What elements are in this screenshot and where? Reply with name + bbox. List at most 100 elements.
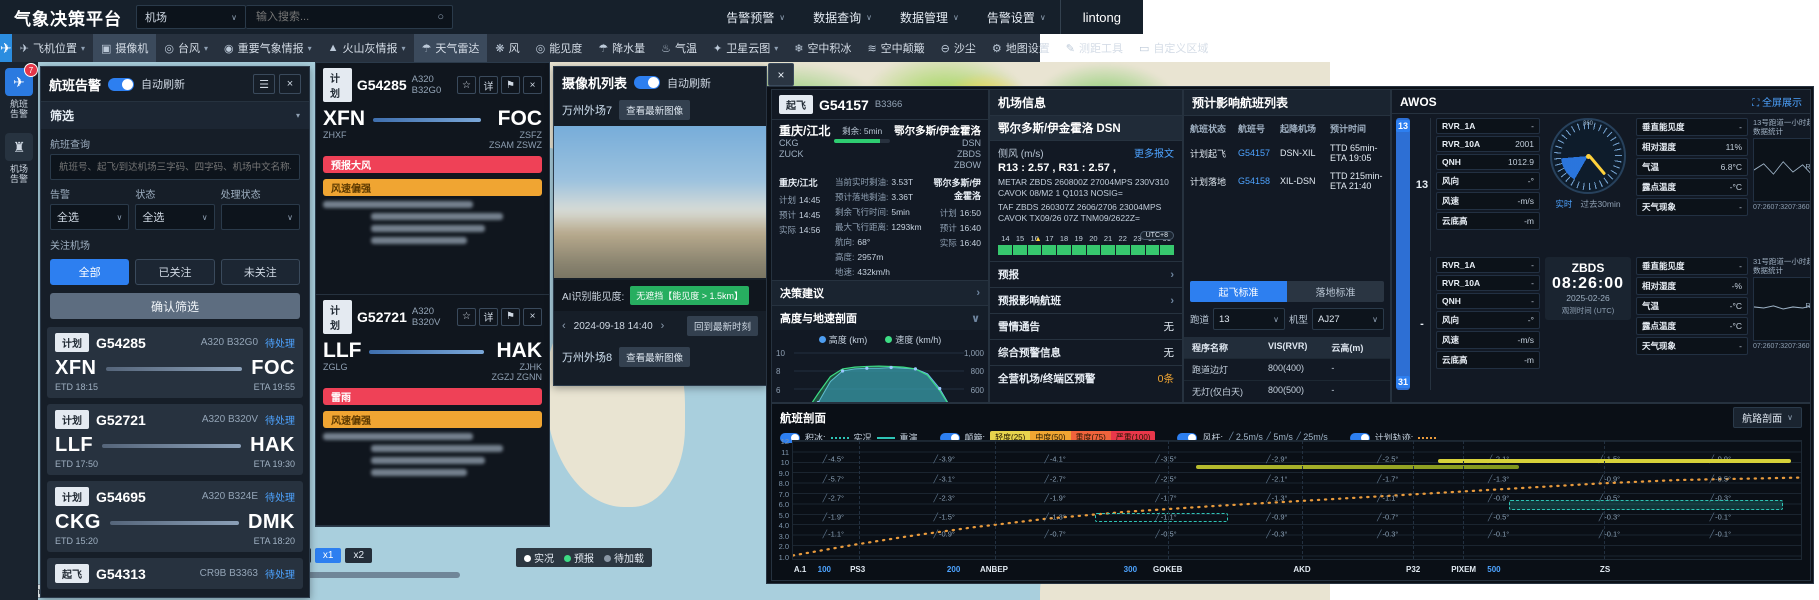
search-input[interactable]: [254, 10, 438, 24]
realtime-link[interactable]: 实时: [1555, 198, 1572, 210]
toolbar-item-sand[interactable]: ⊖ 沙尘: [933, 34, 984, 62]
search-category-select[interactable]: 机场 ∨: [136, 5, 246, 29]
next-icon[interactable]: ›: [661, 320, 665, 332]
toolbar-item-measure[interactable]: ✎ 测距工具: [1058, 34, 1131, 62]
wind-barb-icon: ╱: [1044, 529, 1049, 539]
profile-select-row[interactable]: 高度与地速剖面 ∨: [772, 305, 988, 330]
menu-icon[interactable]: ☰: [253, 74, 275, 94]
confirm-filter-button[interactable]: 确认筛选: [50, 293, 300, 319]
auto-refresh-toggle[interactable]: [108, 77, 135, 91]
flight-query-input[interactable]: [57, 160, 293, 174]
view-latest-button[interactable]: 查看最新图像: [619, 347, 691, 367]
toolbar-item-visibility[interactable]: ◎ 能见度: [528, 34, 591, 62]
view-latest-button[interactable]: 查看最新图像: [619, 100, 691, 120]
nav-menu-label: 数据查询: [813, 10, 862, 25]
filter-section-header[interactable]: 筛选 ▾: [41, 101, 309, 129]
toolbar-item-wind[interactable]: ❋ 风: [487, 34, 527, 62]
toolbar-item-custom-area[interactable]: ▭ 自定义区域: [1131, 34, 1216, 62]
close-icon[interactable]: ×: [768, 63, 794, 86]
toolbar-item-radar[interactable]: ☂ 天气雷达: [413, 34, 488, 62]
standard-tab-1[interactable]: 落地标准: [1287, 281, 1384, 302]
warning-banner-red[interactable]: 雷雨: [323, 387, 542, 405]
toolbar-item-camera[interactable]: ▣ 摄像机: [92, 34, 157, 62]
speed-x1[interactable]: x1: [314, 548, 342, 563]
flight-number[interactable]: G54157: [1238, 148, 1280, 158]
nav-menu[interactable]: 数据查询 ∨: [813, 9, 872, 26]
airport-info-row[interactable]: 全营机场/终端区预警 0条: [990, 365, 1182, 391]
star-icon[interactable]: ☆: [457, 307, 476, 326]
alert-filter-select[interactable]: 全选 ∨: [50, 204, 130, 230]
focus-tab-2[interactable]: 未关注: [220, 259, 300, 285]
back-to-latest-button[interactable]: 回到最新时刻: [686, 316, 758, 336]
toolbar-item-temperature[interactable]: ♨ 气温: [653, 34, 705, 62]
close-icon[interactable]: ×: [523, 76, 542, 94]
decision-advice-row[interactable]: 决策建议 ›: [772, 280, 988, 305]
search-icon[interactable]: ○: [437, 11, 444, 23]
standard-tab-0[interactable]: 起飞标准: [1190, 281, 1287, 302]
handle-filter-select[interactable]: ∨: [220, 204, 300, 230]
toolbar-item-typhoon[interactable]: ◎ 台风 ▾: [156, 34, 216, 62]
toolbar-item-volcano[interactable]: ▲ 火山灰情报 ▾: [320, 34, 414, 62]
nav-menu[interactable]: 告警预警 ∨: [726, 9, 785, 26]
camera-image[interactable]: [554, 126, 766, 278]
aircraft-type-select[interactable]: AJ27 ∨: [1312, 308, 1384, 330]
rail-airport-alerts[interactable]: ♜ 机场告警: [2, 133, 36, 184]
flight-alert-card[interactable]: 计划 G54285 A320 B32G0 待处理 XFN FOC ETD 18:15 ETA …: [47, 327, 303, 398]
flight-number[interactable]: G54158: [1238, 176, 1280, 186]
auto-refresh-toggle[interactable]: [634, 76, 661, 89]
status-filter-select[interactable]: 全选 ∨: [135, 204, 215, 230]
y-tick: 7.0: [778, 489, 789, 499]
airport-info-row[interactable]: 雪情通告 无: [990, 313, 1182, 339]
warning-banner-red[interactable]: 预报大风: [323, 156, 542, 173]
user-menu[interactable]: lintong: [1059, 0, 1143, 34]
airport-info-row[interactable]: 预报 ›: [990, 261, 1182, 287]
toolbar-item-turbulence[interactable]: ≋ 空中颠簸: [859, 34, 932, 62]
toolbar-item-map-settings[interactable]: ⚙ 地图设置: [984, 34, 1058, 62]
detail-button[interactable]: 详: [479, 76, 498, 94]
temp-label: ╱-2.7°: [822, 493, 845, 503]
impact-flight-row[interactable]: 计划落地 G54158 XIL-DSN TTD 215min-ETA 21:40: [1190, 167, 1384, 195]
flight-alert-card[interactable]: 计划 G54695 A320 B324E 待处理 CKG DMK ETD 15:20 ETA …: [47, 481, 303, 552]
field-value: -°C: [1729, 182, 1743, 192]
pin-icon[interactable]: ⚑: [501, 76, 520, 94]
fullscreen-button[interactable]: ⛶ 全屏展示: [1752, 94, 1802, 109]
plane-home-icon[interactable]: ✈: [0, 34, 12, 62]
nav-menu[interactable]: 告警设置 ∨: [987, 9, 1046, 26]
more-reports-link[interactable]: 更多报文: [1134, 145, 1174, 160]
close-icon[interactable]: ×: [523, 307, 542, 326]
flight-alert-card[interactable]: 起飞 G54313 CR9B B3363 待处理: [47, 558, 303, 589]
runway-31-chip[interactable]: 31: [1396, 376, 1411, 388]
rail-flight-alerts[interactable]: ✈ 7 航班告警: [2, 63, 38, 119]
trend-time: 07:47: [1805, 204, 1810, 211]
airport-info-row[interactable]: 综合预警信息 无: [990, 339, 1182, 365]
runway-select[interactable]: 13 ∨: [1213, 308, 1285, 330]
wind-barb-icon: ╱: [933, 474, 938, 484]
star-icon[interactable]: ☆: [457, 76, 476, 94]
pin-icon[interactable]: ⚑: [501, 307, 520, 326]
focus-tab-0[interactable]: 全部: [50, 259, 130, 285]
impact-flight-row[interactable]: 计划起飞 G54157 DSN-XIL TTD 65min-ETA 19:05: [1190, 139, 1384, 167]
warning-banner-orange[interactable]: 风速偏强: [323, 179, 542, 196]
route-profile-select[interactable]: 航路剖面 ∨: [1733, 407, 1802, 428]
runway-strip[interactable]: 13 31: [1396, 118, 1411, 390]
toolbar-item-rain[interactable]: ☂ 降水量: [590, 34, 653, 62]
runway-13-chip[interactable]: 13: [1396, 120, 1411, 132]
detail-button[interactable]: 详: [479, 307, 498, 326]
toolbar-item-plane[interactable]: ✈ 飞机位置 ▾: [12, 34, 93, 62]
airport-timeline[interactable]: UTC+8 ▲ 141516171819202122230001: [998, 231, 1174, 255]
toolbar-item-satellite[interactable]: ✦ 卫星云图 ▾: [705, 34, 786, 62]
focus-tab-1[interactable]: 已关注: [135, 259, 215, 285]
field-value: 6.8°C: [1720, 162, 1743, 172]
close-icon[interactable]: ×: [279, 74, 301, 94]
airport-info-row[interactable]: 预报影响航班 ›: [990, 287, 1182, 313]
past30-link[interactable]: 过去30min: [1580, 198, 1620, 210]
speed-x2[interactable]: x2: [345, 548, 373, 563]
toolbar-item-weather-info[interactable]: ◉ 重要气象情报 ▾: [216, 34, 320, 62]
toolbar-item-icing[interactable]: ❄ 空中积冰: [786, 34, 859, 62]
toolbar-item-label: 测距工具: [1078, 43, 1123, 55]
prev-icon[interactable]: ‹: [562, 320, 566, 332]
nav-menu[interactable]: 数据管理 ∨: [900, 9, 959, 26]
warning-banner-orange[interactable]: 风速偏强: [323, 410, 542, 428]
profile-plot[interactable]: ╱-4.5° ╱-3.9° ╱-4.1° ╱-3.5° ╱-2.9° ╱-2.5° ╱-2.…: [792, 440, 1802, 560]
flight-alert-card[interactable]: 计划 G52721 A320 B320V 待处理 LLF HAK ETD 17:50 ETA …: [47, 404, 303, 475]
